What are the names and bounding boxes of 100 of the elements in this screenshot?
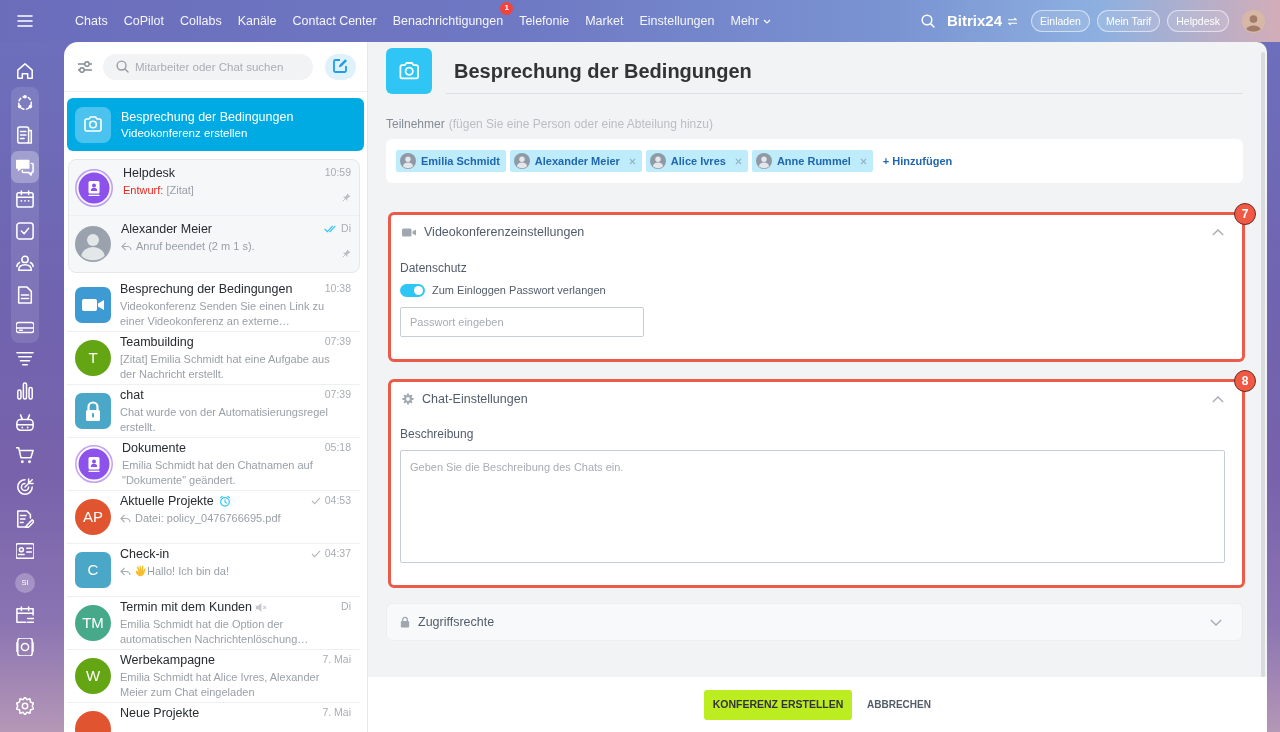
nav-link[interactable]: CoPilot <box>123 11 164 31</box>
callout-badge: 8 <box>1234 370 1256 392</box>
sidebar-button[interactable] <box>11 151 39 183</box>
more-menu[interactable]: Mehr <box>730 11 771 31</box>
user-avatar-icon <box>755 153 772 169</box>
initials-avatar: TM <box>75 605 111 641</box>
chat-time: 10:38 <box>324 281 351 297</box>
edit-icon <box>333 59 348 74</box>
swap-arrows-icon[interactable] <box>1007 16 1018 26</box>
section-title[interactable]: Zugriffsrechte <box>418 612 495 632</box>
chat-bubbles-icon <box>16 158 34 176</box>
user-avatar-icon <box>75 226 111 262</box>
toggle-switch[interactable] <box>400 283 425 297</box>
nav-link[interactable]: Contact Center <box>292 11 377 31</box>
user-avatar-icon <box>400 153 416 169</box>
chat-title: Helpdesk <box>123 165 176 181</box>
user-avatar-icon[interactable] <box>1242 9 1265 33</box>
participant-name: Alice Ivres <box>670 153 726 169</box>
initials-avatar: T <box>75 340 111 376</box>
callout-badge: 7 <box>1234 203 1256 225</box>
field-hint: (fügen Sie eine Person oder eine Abteilung hinzu) <box>448 116 713 133</box>
chat-list-item[interactable]: W Werbekampagne 7. Mai Emilia Schmidt hat Alice Ivres, Alexander Meier zum Chat eingeladen <box>67 650 360 703</box>
bar-chart-icon <box>16 382 34 400</box>
chat-preview: Emilia Schmidt hat Alice Ivres, Alexander Meier zum Chat eingeladen <box>120 671 320 698</box>
cancel-button[interactable]: ABBRECHEN <box>867 697 931 712</box>
password-field[interactable]: Passwort eingeben <box>400 307 644 337</box>
chevron-up-icon[interactable] <box>1212 395 1224 403</box>
nav-link[interactable]: Market <box>585 11 624 31</box>
add-participant-link[interactable]: + Hinzufügen <box>882 152 953 170</box>
search-icon[interactable] <box>921 14 935 28</box>
new-chat-button[interactable] <box>325 53 356 80</box>
nav-link[interactable]: Kanäle <box>237 11 277 31</box>
circle-dots-icon <box>16 94 34 112</box>
chat-list-item[interactable]: TM Termin mit dem Kunden Di Emilia Schmidt hat die Option der automatischen Nachrichtenlöschung… <box>67 597 360 650</box>
home-icon <box>16 62 34 80</box>
field-label: Beschreibung <box>400 426 475 442</box>
chat-list-item[interactable]: Besprechung der Bedingungen 10:38 Videokonferenz Senden Sie einen Link zu einer Videokonferenz an externe… <box>67 279 360 332</box>
chat-time: 04:53 <box>324 493 351 509</box>
id-card-icon <box>16 542 34 560</box>
participant-chip[interactable]: Alexander Meier <box>509 150 642 172</box>
chevron-up-icon[interactable] <box>1212 228 1224 236</box>
chat-title: chat <box>120 387 144 403</box>
document-icon <box>16 286 34 304</box>
nav-link[interactable]: Telefonie <box>519 11 570 31</box>
initials-avatar: W <box>75 658 111 694</box>
chat-list-item[interactable]: Dokumente 05:18 Emilia Schmidt hat den Chatnamen auf "Dokumente" geändert. <box>67 438 360 491</box>
initials-avatar: AP <box>75 499 111 535</box>
participant-chip[interactable]: Alice Ivres <box>645 150 748 172</box>
stacked-lines-icon <box>16 350 34 368</box>
search-field[interactable]: Mitarbeiter oder Chat suchen <box>103 53 313 80</box>
chat-preview: Emilia Schmidt hat den Chatnamen auf "Dokumente" geändert. <box>122 459 313 486</box>
nav-link[interactable]: Collabs <box>179 11 222 31</box>
chat-list-item[interactable]: Alexander Meier Di Anruf beendet (2 m 1 s). <box>69 216 359 272</box>
chat-title: Besprechung der Bedingungen <box>121 108 294 125</box>
section-title[interactable]: Videokonferenzeinstellungen <box>424 222 585 242</box>
description-field[interactable]: Geben Sie die Beschreibung des Chats ein. <box>400 450 1225 563</box>
new-conference-item[interactable]: Besprechung der Bedingungen Videokonferenz erstellen <box>67 98 364 151</box>
lock-icon <box>400 616 410 628</box>
participant-chip[interactable]: Emilia Schmidt <box>396 150 506 172</box>
chat-list-item[interactable]: C Check-in 04:37 Hallo! Ich bin da! <box>67 544 360 597</box>
chat-time: 7. Mai <box>322 652 351 668</box>
chat-time: 05:18 <box>324 440 351 456</box>
chat-title: Besprechung der Bedingungen <box>120 281 293 297</box>
nav-link[interactable]: Chats <box>75 11 108 31</box>
chat-time: 7. Mai <box>322 705 351 721</box>
people-icon <box>16 254 34 272</box>
chat-title: Teambuilding <box>120 334 194 350</box>
disk-icon <box>16 638 34 656</box>
create-conference-button[interactable]: KONFERENZ ERSTELLEN <box>704 689 853 720</box>
chat-preview: Anruf beendet (2 m 1 s). <box>136 240 255 252</box>
chat-time: Di <box>341 599 351 615</box>
menu-icon[interactable] <box>17 15 33 27</box>
chat-preview: [Zitat] <box>166 184 194 196</box>
conference-title: Besprechung der Bedingungen <box>454 58 752 84</box>
participant-name: Alexander Meier <box>534 153 620 169</box>
user-avatar-icon <box>649 153 666 169</box>
chat-preview: Emilia Schmidt hat die Option der automatischen Nachrichtenlöschung… <box>120 618 309 645</box>
chat-preview: Datei: policy_0476766695.pdf <box>135 512 281 524</box>
chat-list-item[interactable]: T Teambuilding 07:39 [Zitat] Emilia Schmidt hat eine Aufgabe aus der Nachricht erstellt. <box>67 332 360 385</box>
chat-list-item[interactable]: AP Aktuelle Projekte 04:53 Datei: policy_0476766695.pdf <box>67 491 360 544</box>
camera-icon <box>386 48 432 94</box>
filter-sliders-icon[interactable] <box>77 59 93 74</box>
checkbox-icon <box>16 222 34 240</box>
section-title[interactable]: Chat-Einstellungen <box>422 389 528 409</box>
chat-time: 10:59 <box>324 165 351 181</box>
nav-link[interactable]: Einstellungen <box>639 11 715 31</box>
chat-list-item[interactable]: Neue Projekte 7. Mai <box>67 703 360 732</box>
chevron-down-icon[interactable] <box>1210 618 1222 626</box>
chat-preview: Chat wurde von der Automatisierungsregel erstellt. <box>120 406 328 433</box>
chat-list-item[interactable]: chat 07:39 Chat wurde von der Automatisierungsregel erstellt. <box>67 385 360 438</box>
participants-field[interactable]: Emilia Schmidt Alexander Meier Alice Ivres Anne Rummel + Hinzufügen <box>386 139 1243 183</box>
chat-list-item[interactable]: Helpdesk 10:59 Entwurf: [Zitat] <box>69 160 359 216</box>
draft-label: Entwurf: <box>123 184 164 196</box>
chat-subtitle: Videokonferenz erstellen <box>121 125 249 141</box>
brand-name: Bitrix24 <box>947 10 1002 31</box>
chat-time: Di <box>341 221 351 237</box>
field-label: Datenschutz <box>400 260 468 276</box>
document-pen-icon <box>16 510 34 528</box>
participant-chip[interactable]: Anne Rummel <box>751 150 873 172</box>
chat-title: Aktuelle Projekte <box>120 493 214 509</box>
